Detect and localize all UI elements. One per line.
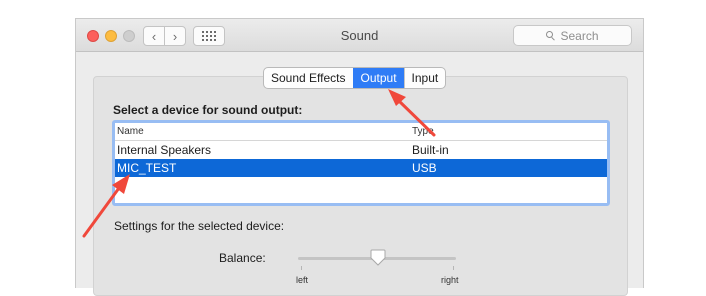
output-section-label: Select a device for sound output:	[113, 103, 303, 117]
sound-preferences-window: ‹ › Sound Search Sound Effects Output In…	[75, 18, 644, 296]
slider-knob-icon[interactable]	[370, 249, 386, 267]
tab-output[interactable]: Output	[352, 68, 404, 88]
table-header: Name Type	[115, 123, 607, 141]
tab-input[interactable]: Input	[403, 68, 446, 88]
balance-right-label: right	[441, 275, 459, 285]
tab-sound-effects[interactable]: Sound Effects	[264, 68, 352, 88]
column-header-name[interactable]: Name	[117, 126, 144, 137]
table-row-selected[interactable]: MIC_TEST USB	[115, 159, 607, 177]
device-name: Internal Speakers	[117, 143, 212, 157]
column-header-type[interactable]: Type	[412, 126, 434, 137]
device-type: USB	[412, 161, 437, 175]
search-icon	[546, 30, 556, 41]
search-placeholder: Search	[560, 28, 599, 43]
balance-label: Balance:	[219, 251, 266, 265]
title-bar: ‹ › Sound Search	[76, 19, 643, 52]
balance-tick-right	[453, 266, 454, 270]
output-device-table[interactable]: Name Type Internal Speakers Built-in MIC…	[112, 120, 610, 206]
device-settings-label: Settings for the selected device:	[114, 219, 285, 233]
search-field[interactable]: Search	[513, 25, 632, 46]
device-name: MIC_TEST	[117, 161, 177, 175]
device-type: Built-in	[412, 143, 449, 157]
balance-left-label: left	[296, 275, 309, 285]
tab-bar: Sound Effects Output Input	[263, 67, 447, 89]
table-row[interactable]: Internal Speakers Built-in	[115, 141, 607, 159]
balance-tick-left	[301, 266, 302, 270]
